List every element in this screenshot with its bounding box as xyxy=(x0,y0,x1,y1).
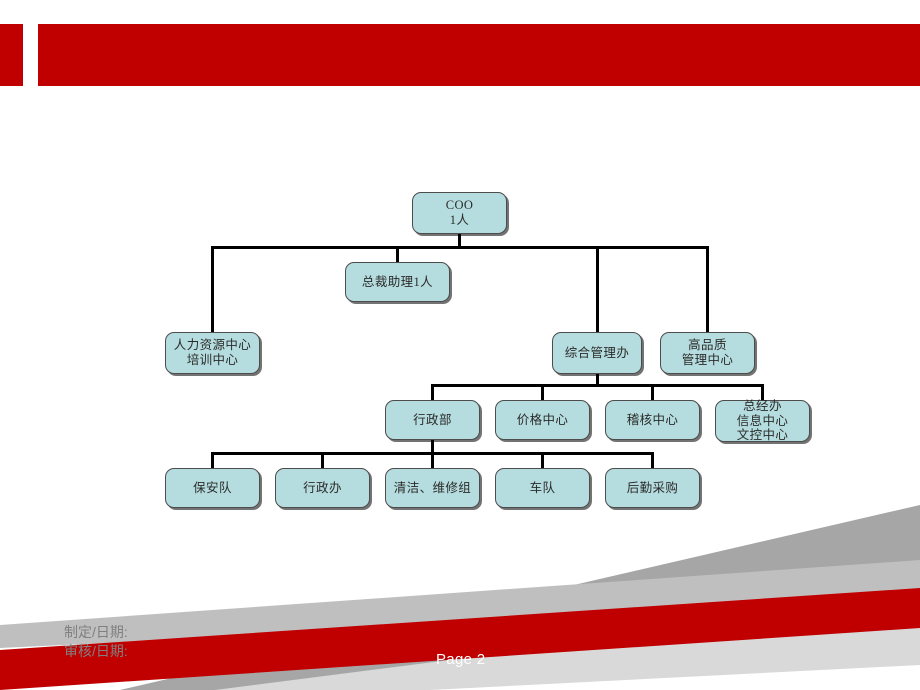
connector-stub-hr xyxy=(211,246,214,335)
org-node-label: 综合管理办 xyxy=(564,345,630,360)
connector-bus-coo xyxy=(211,246,709,249)
org-node-label: 保安队 xyxy=(193,480,232,495)
connector-bus-general xyxy=(431,384,764,387)
org-node-security[interactable]: 保安队 xyxy=(165,468,260,508)
slide-canvas: COO 1人总裁助理1人人力资源中心 培训中心 综合管理办 高品质 管理中心行政部 价… xyxy=(0,0,920,690)
org-node-price[interactable]: 价格中心 xyxy=(495,400,590,440)
org-node-general[interactable]: 综合管理办 xyxy=(552,332,642,374)
org-node-admin[interactable]: 行政部 xyxy=(385,400,480,440)
org-node-label: 价格中心 xyxy=(516,412,569,427)
org-node-label: 行政部 xyxy=(413,412,452,427)
org-node-clean[interactable]: 清洁、维修组 xyxy=(385,468,480,508)
org-node-label: 后勤采购 xyxy=(626,480,679,495)
org-node-label: 人力资源中心 培训中心 xyxy=(173,338,252,367)
org-node-label: 行政办 xyxy=(303,480,342,495)
org-node-assistant[interactable]: 总裁助理1人 xyxy=(345,262,450,302)
org-node-label: 高品质 管理中心 xyxy=(681,338,734,367)
org-chart: COO 1人总裁助理1人人力资源中心 培训中心 综合管理办 高品质 管理中心行政部 价… xyxy=(0,0,920,690)
connector-stub-quality xyxy=(706,246,709,335)
org-node-adminoff[interactable]: 行政办 xyxy=(275,468,370,508)
org-node-hr[interactable]: 人力资源中心 培训中心 xyxy=(165,332,260,374)
page-number: Page 2 xyxy=(436,651,486,668)
footer-meta-text: 制定/日期: 审核/日期: xyxy=(64,624,128,659)
org-node-audit[interactable]: 稽核中心 xyxy=(605,400,700,440)
org-node-quality[interactable]: 高品质 管理中心 xyxy=(660,332,755,374)
org-node-label: 总经办 信息中心 文控中心 xyxy=(736,398,789,443)
org-node-coo[interactable]: COO 1人 xyxy=(412,192,507,234)
org-node-gm[interactable]: 总经办 信息中心 文控中心 xyxy=(715,398,810,443)
connector-stub-general xyxy=(595,246,599,335)
org-node-fleet[interactable]: 车队 xyxy=(495,468,590,508)
org-node-label: COO 1人 xyxy=(445,198,474,227)
org-node-label: 总裁助理1人 xyxy=(361,274,434,289)
org-node-logistics[interactable]: 后勤采购 xyxy=(605,468,700,508)
org-node-label: 清洁、维修组 xyxy=(393,480,472,495)
org-node-label: 稽核中心 xyxy=(626,412,679,427)
org-node-label: 车队 xyxy=(529,480,556,495)
